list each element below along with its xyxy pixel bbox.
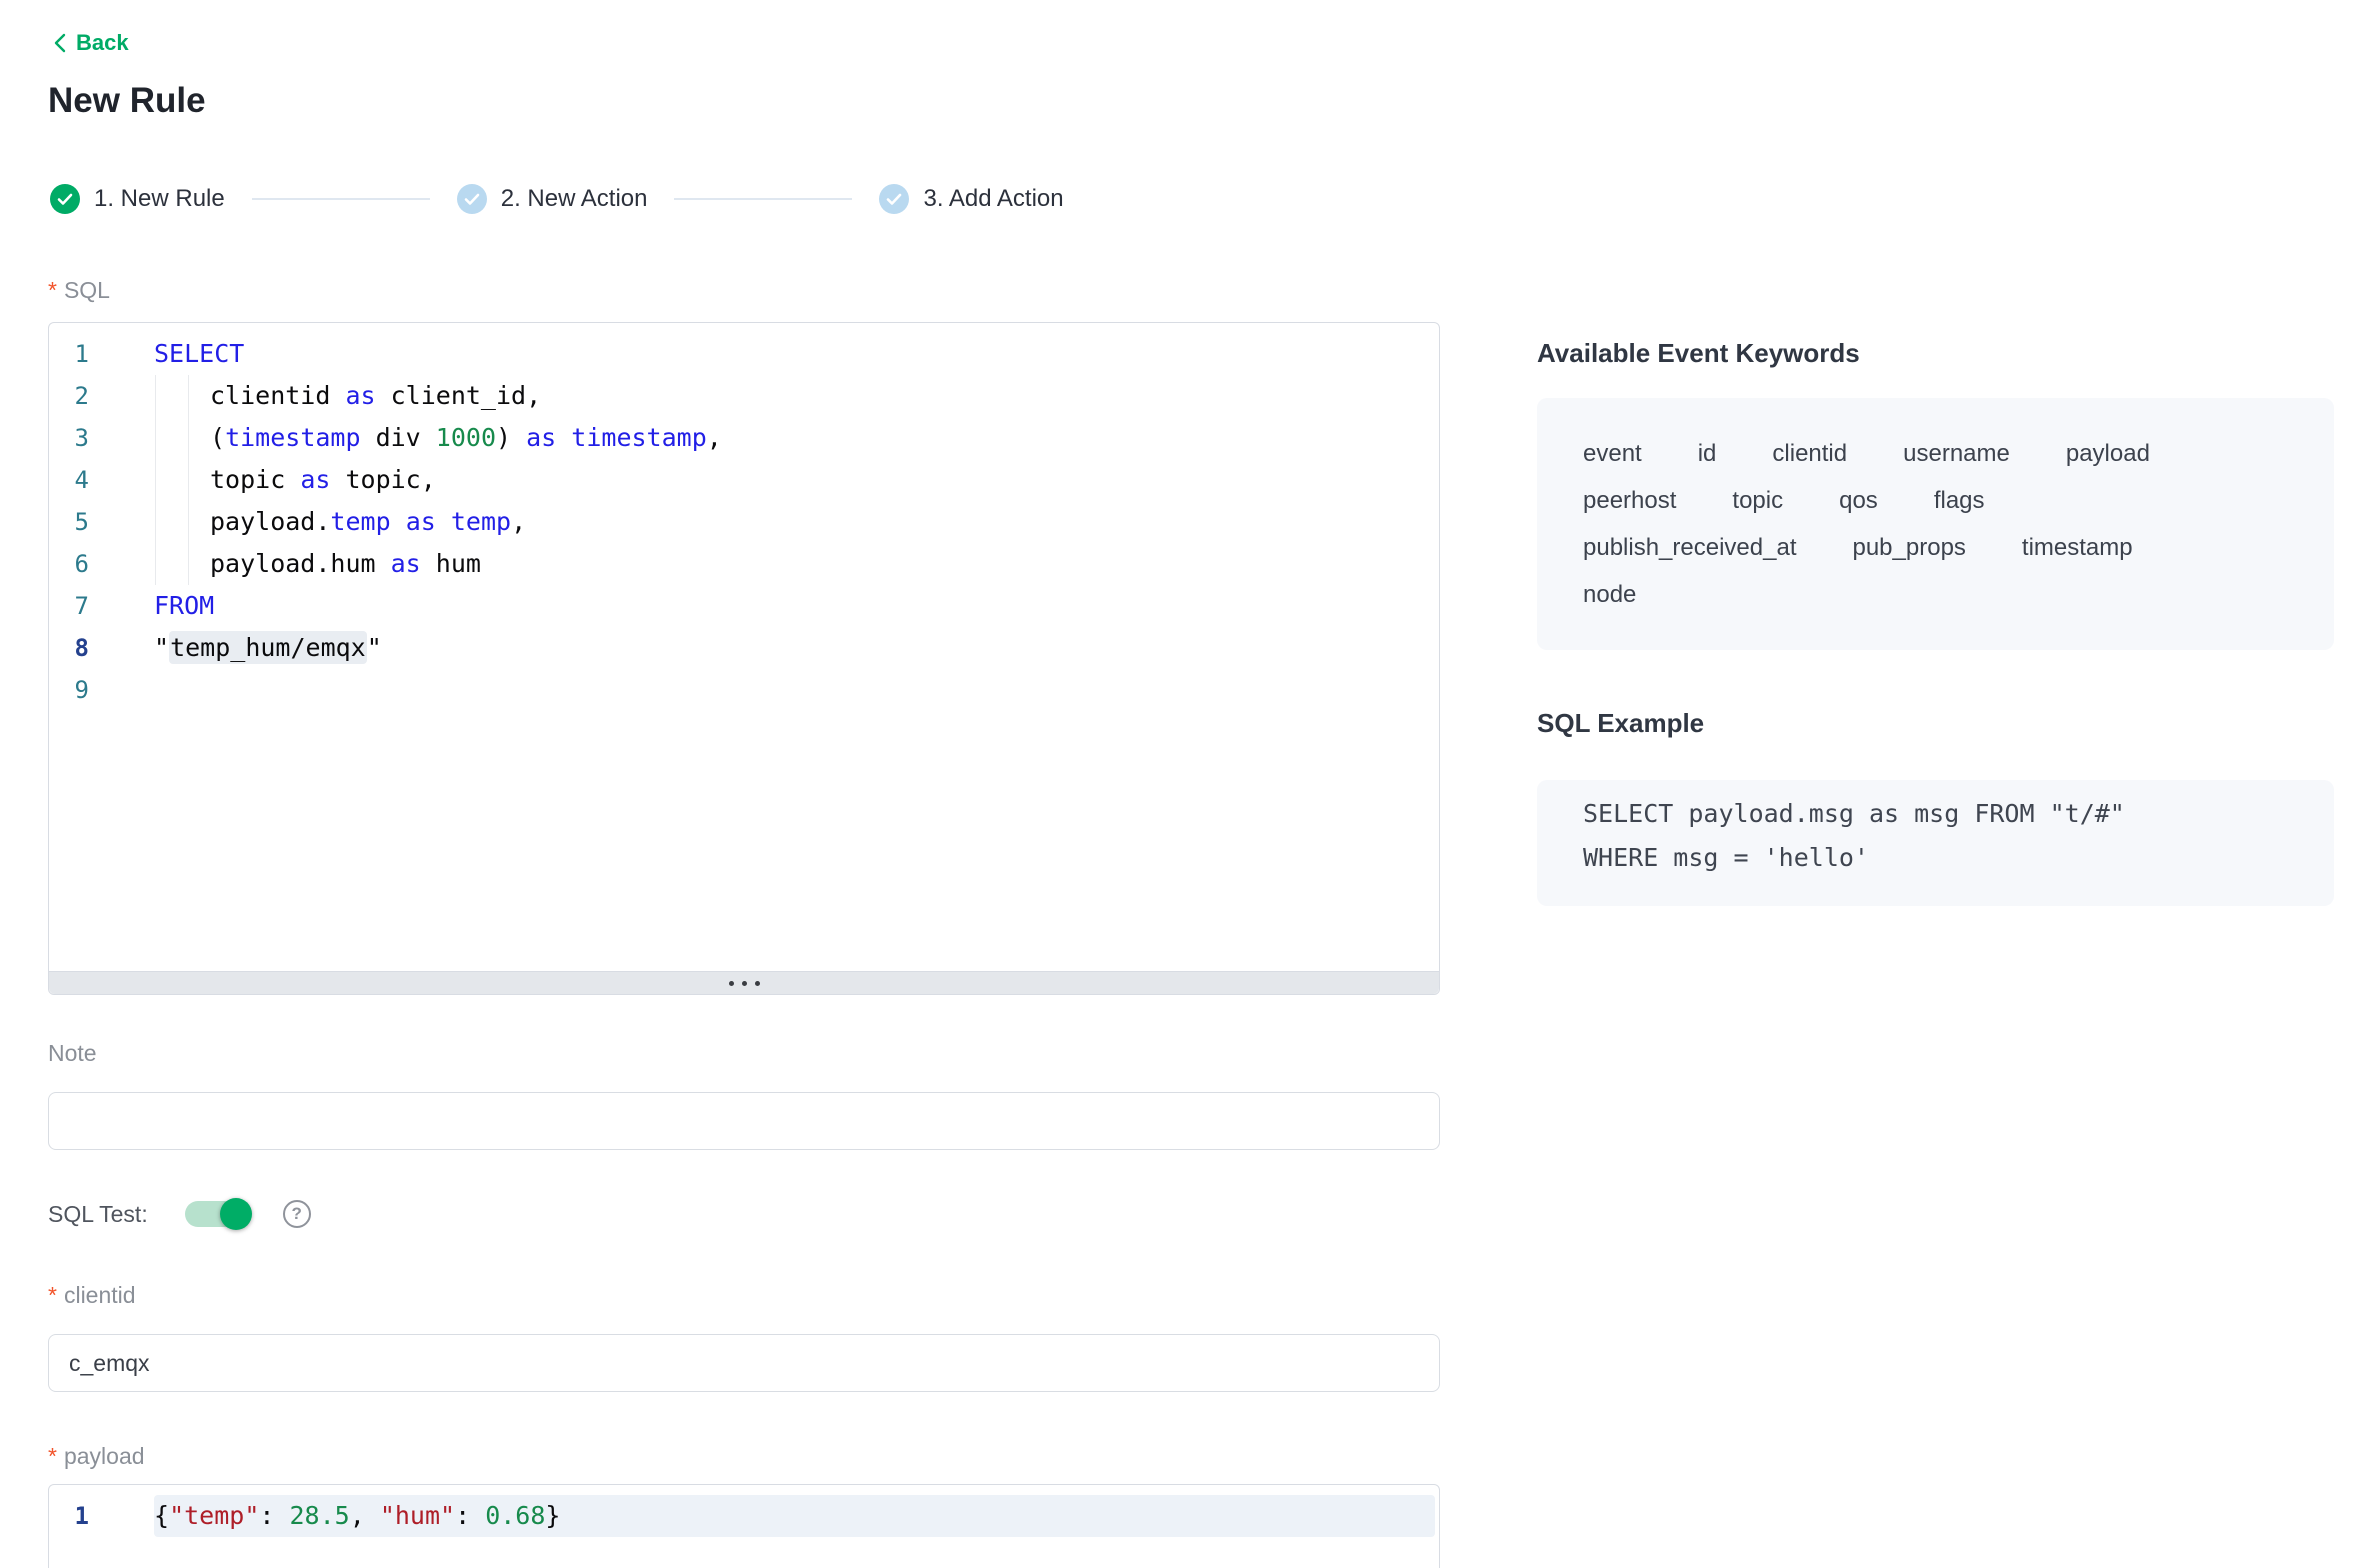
sql-test-toggle[interactable] — [185, 1201, 251, 1227]
page-title: New Rule — [48, 80, 206, 122]
available-event-keywords-title: Available Event Keywords — [1537, 336, 2334, 370]
step-1-new-rule[interactable]: 1. New Rule — [50, 184, 225, 214]
code-line: 9 — [49, 669, 1439, 711]
keyword: event — [1583, 442, 1642, 466]
keyword: publish_received_at — [1583, 536, 1796, 560]
code-line: 6 payload.hum as hum — [49, 543, 1439, 585]
ellipsis-icon — [729, 981, 734, 986]
code-line-active: 1 {"temp": 28.5, "hum": 0.68} — [49, 1495, 1439, 1537]
step-2-new-action[interactable]: 2. New Action — [457, 184, 648, 214]
keyword: id — [1698, 442, 1717, 466]
code-line: 3 (timestamp div 1000) as timestamp, — [49, 417, 1439, 459]
sql-example-line: WHERE msg = 'hello' — [1583, 836, 2288, 880]
required-mark: * — [48, 1443, 57, 1469]
step-divider — [674, 198, 852, 200]
step-2-check-icon — [457, 184, 487, 214]
code-line: 5 payload.temp as temp, — [49, 501, 1439, 543]
note-input[interactable] — [48, 1092, 1440, 1150]
editor-resize-handle[interactable] — [49, 971, 1439, 994]
step-3-check-icon — [879, 184, 909, 214]
step-3-label: 3. Add Action — [923, 185, 1063, 213]
keyword: node — [1583, 583, 1636, 607]
sql-editor[interactable]: 1 SELECT 2 clientid as client_id, 3 (tim… — [48, 322, 1440, 995]
required-mark: * — [48, 277, 57, 303]
step-3-add-action[interactable]: 3. Add Action — [879, 184, 1063, 214]
code-line: 7 FROM — [49, 585, 1439, 627]
clientid-field-label: *clientid — [48, 1282, 136, 1308]
step-1-check-icon — [50, 184, 80, 214]
sql-test-row: SQL Test: ? — [48, 1198, 311, 1230]
code-line: 4 topic as topic, — [49, 459, 1439, 501]
keyword: peerhost — [1583, 489, 1676, 513]
sql-test-label: SQL Test: — [48, 1201, 148, 1228]
payload-field-label: *payload — [48, 1443, 145, 1469]
payload-editor[interactable]: 1 {"temp": 28.5, "hum": 0.68} — [48, 1484, 1440, 1568]
code-line: 1 SELECT — [49, 333, 1439, 375]
step-divider — [252, 198, 430, 200]
keyword: flags — [1934, 489, 1985, 513]
matched-string-highlight: temp_hum/emqx — [169, 631, 367, 664]
chevron-left-icon — [52, 32, 67, 54]
back-link[interactable]: Back — [52, 30, 129, 56]
step-2-label: 2. New Action — [501, 185, 648, 213]
ellipsis-icon — [742, 981, 747, 986]
stepper: 1. New Rule 2. New Action 3. Add Action — [50, 183, 1064, 215]
sql-example-box: SELECT payload.msg as msg FROM "t/#" WHE… — [1537, 780, 2334, 906]
sql-field-label: *SQL — [48, 277, 110, 303]
event-keywords-box: event id clientid username payload peerh… — [1537, 398, 2334, 650]
keyword: pub_props — [1852, 536, 1965, 560]
step-1-label: 1. New Rule — [94, 185, 225, 213]
clientid-input[interactable] — [48, 1334, 1440, 1392]
keyword: qos — [1839, 489, 1878, 513]
note-field-label: Note — [48, 1040, 97, 1066]
keyword: topic — [1732, 489, 1783, 513]
code-line-active: 8 "temp_hum/emqx" — [49, 627, 1439, 669]
keyword: username — [1903, 442, 2010, 466]
sql-example-line: SELECT payload.msg as msg FROM "t/#" — [1583, 792, 2288, 836]
code-line: 2 clientid as client_id, — [49, 375, 1439, 417]
sql-example-title: SQL Example — [1537, 706, 2334, 740]
indent-guide — [188, 375, 189, 585]
back-label: Back — [76, 30, 129, 56]
keyword: clientid — [1772, 442, 1847, 466]
indent-guide — [155, 375, 156, 585]
required-mark: * — [48, 1282, 57, 1308]
new-rule-page: Back New Rule 1. New Rule 2. New Action … — [0, 0, 2356, 1568]
keyword: timestamp — [2022, 536, 2133, 560]
help-icon[interactable]: ? — [283, 1200, 311, 1228]
toggle-knob — [220, 1198, 252, 1230]
keyword: payload — [2066, 442, 2150, 466]
ellipsis-icon — [755, 981, 760, 986]
